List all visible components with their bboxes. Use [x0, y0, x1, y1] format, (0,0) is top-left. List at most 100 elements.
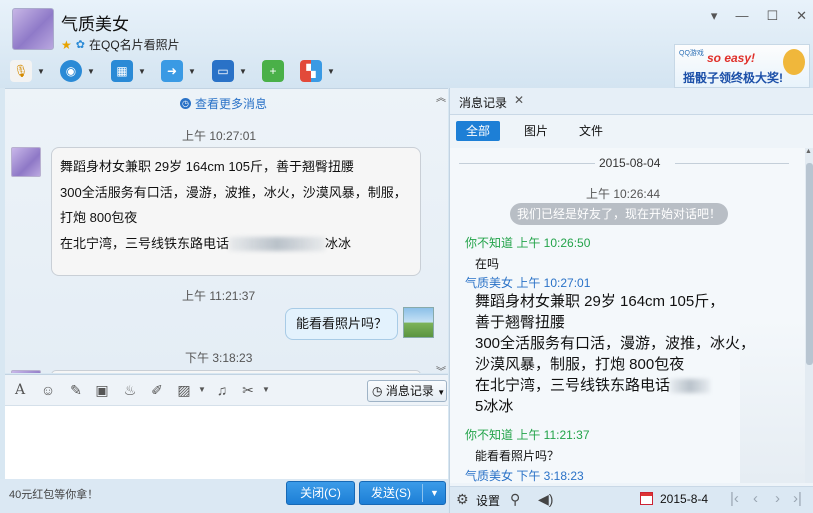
history-date-selector[interactable]: 2015-8-4: [660, 492, 708, 506]
gear-icon[interactable]: ⚙: [456, 491, 469, 508]
emoji-icon[interactable]: ☺: [39, 381, 57, 399]
view-more-messages-link[interactable]: ◷ 查看更多消息: [180, 95, 267, 112]
send-options-chevron-icon[interactable]: ▼: [430, 482, 439, 504]
history-tab[interactable]: 消息记录: [459, 94, 507, 111]
chevron-down-icon[interactable]: ▼: [37, 67, 45, 76]
chat-area[interactable]: ◷ 查看更多消息 ︽ 上午 10:27:01 舞蹈身材女兼职 29岁 164cm…: [5, 88, 448, 373]
camera-icon: ◉: [60, 60, 82, 82]
date-separator: 2015-08-04: [459, 156, 789, 170]
apps-button[interactable]: ▚ ▼: [300, 58, 335, 84]
screen-icon: ▦: [111, 60, 133, 82]
menu-dropdown-icon[interactable]: ▾: [711, 8, 718, 24]
collapse-up-icon[interactable]: ︽: [436, 89, 446, 104]
history-message-line: 在北宁湾，三号线铁东路电话: [475, 375, 775, 396]
edit-icon[interactable]: ✐: [148, 381, 166, 399]
contact-avatar-small[interactable]: [11, 147, 41, 177]
magic-emoji-icon[interactable]: ✎: [67, 381, 85, 399]
image-icon[interactable]: ▨: [175, 381, 193, 399]
video-call-button[interactable]: ◉ ▼: [60, 58, 95, 84]
shake-window-icon[interactable]: ▣: [93, 381, 111, 399]
send-label: 发送(S): [371, 486, 411, 500]
next-page-icon[interactable]: ›: [775, 490, 780, 507]
share-screen-button[interactable]: ▭ ▼: [212, 58, 247, 84]
system-notice: 我们已经是好友了，现在开始对话吧！: [510, 203, 728, 225]
chevron-down-icon[interactable]: ▼: [239, 67, 247, 76]
history-message-line: 舞蹈身材女兼职 29岁 164cm 105斤，: [475, 293, 725, 310]
status-text[interactable]: 在QQ名片看照片: [89, 36, 180, 53]
discussion-group-button[interactable]: +: [262, 58, 284, 84]
ad-text: 摇骰子领终极大奖!: [683, 71, 783, 85]
input-toolbar: A ☺ ✎ ▣ ♨ ✐ ▨ ▼ ♫ ✂ ▼ ◷ 消息记录 ▼: [5, 374, 448, 406]
history-filters: 全部 图片 文件: [450, 116, 813, 146]
separator-line: [459, 163, 595, 164]
message-line: 舞蹈身材女兼职 29岁 164cm 105斤，善于翘臀扭腰: [60, 159, 355, 174]
maximize-icon[interactable]: ☐: [766, 8, 778, 24]
qzone-icon[interactable]: ✿: [76, 38, 85, 51]
separator-line: [675, 163, 789, 164]
message-timestamp: 下午 3:18:23: [185, 351, 253, 365]
contact-avatar-small[interactable]: [11, 370, 41, 373]
chevron-down-icon[interactable]: ▼: [193, 381, 211, 399]
close-button[interactable]: 关闭(C): [286, 481, 355, 505]
redacted-phone: [229, 237, 326, 252]
history-list[interactable]: 2015-08-04 上午 10:26:44 我们已经是好友了，现在开始对话吧！…: [450, 148, 805, 483]
prev-page-icon[interactable]: ‹: [753, 490, 758, 507]
promo-text[interactable]: 40元红包等你拿！: [9, 486, 98, 502]
incoming-message-bubble: 舞蹈身材女兼职 29岁 164cm 105斤，善于翘臀扭腰 300全活服务有口活…: [51, 147, 421, 276]
chevron-down-icon: ▼: [437, 388, 446, 397]
settings-link[interactable]: 设置: [476, 492, 500, 509]
message-timestamp: 上午 10:27:01: [182, 129, 257, 143]
outgoing-message-bubble: 能看看照片吗？: [285, 308, 399, 340]
filter-files[interactable]: 文件: [569, 121, 613, 141]
history-sender: 你不知道 上午 11:21:37: [465, 428, 590, 442]
minimize-icon[interactable]: —: [735, 8, 748, 24]
history-sender: 你不知道 上午 10:26:50: [465, 236, 591, 250]
voice-message-icon[interactable]: ♨: [121, 381, 139, 399]
message-history-label: 消息记录: [385, 384, 434, 398]
message-timestamp: 上午 11:21:37: [182, 289, 256, 303]
redacted-phone: [670, 379, 711, 394]
history-message-line: 沙漠风暴，制服，打炮 800包夜: [475, 356, 685, 373]
my-avatar[interactable]: [403, 307, 434, 338]
chevron-down-icon[interactable]: ▼: [138, 67, 146, 76]
chevron-down-icon[interactable]: ▼: [87, 67, 95, 76]
calendar-icon[interactable]: [640, 492, 653, 505]
microphone-icon: 🎙: [10, 60, 32, 82]
history-scrollbar[interactable]: ▲: [805, 148, 813, 483]
close-tab-icon[interactable]: ✕: [514, 93, 524, 107]
font-icon[interactable]: A: [11, 381, 29, 399]
collapse-down-icon[interactable]: ︾: [436, 363, 446, 373]
send-button[interactable]: 发送(S) ▼: [359, 481, 446, 505]
filter-all[interactable]: 全部: [456, 121, 501, 141]
history-message: 能看看照片吗？: [475, 449, 560, 463]
history-message-line: 善于翘臀扭腰: [475, 314, 566, 331]
scrollbar-thumb[interactable]: [806, 163, 813, 365]
history-message-line: 5冰冰: [475, 398, 514, 415]
message-input[interactable]: [5, 406, 448, 479]
view-more-messages-label: 查看更多消息: [195, 97, 268, 111]
history-sender: 气质美女 下午 3:18:23: [465, 469, 584, 483]
history-sender: 气质美女 上午 10:27:01: [465, 276, 591, 290]
last-page-icon[interactable]: ›|: [793, 490, 802, 507]
history-date: 2015-08-04: [595, 156, 665, 170]
ad-banner[interactable]: QQ游戏 so easy! 摇骰子领终极大奖!: [674, 44, 810, 88]
filter-images[interactable]: 图片: [514, 121, 558, 141]
voice-call-button[interactable]: 🎙 ▼: [10, 58, 45, 84]
message-line: 300全活服务有口活，漫游，波推，冰火，沙漠风暴，制服，: [60, 184, 407, 200]
chevron-down-icon[interactable]: ▼: [188, 67, 196, 76]
music-icon[interactable]: ♫: [213, 381, 231, 399]
speaker-icon[interactable]: ◀): [538, 491, 553, 508]
chevron-down-icon[interactable]: ▼: [327, 67, 335, 76]
close-icon[interactable]: ✕: [796, 8, 807, 24]
scroll-up-icon[interactable]: ▲: [805, 148, 812, 155]
remote-desktop-button[interactable]: ▦ ▼: [111, 58, 146, 84]
contact-avatar[interactable]: [12, 8, 54, 50]
first-page-icon[interactable]: |‹: [730, 490, 739, 507]
send-file-button[interactable]: ➜ ▼: [161, 58, 196, 84]
star-icon: ★: [61, 37, 72, 52]
search-icon[interactable]: ⚲: [510, 491, 520, 508]
chevron-down-icon[interactable]: ▼: [257, 381, 275, 399]
history-footer: ⚙ 设置 ⚲ ◀) 2015-8-4 |‹ ‹ › ›|: [450, 486, 813, 513]
screenshot-scissors-icon[interactable]: ✂: [239, 381, 257, 399]
message-history-button[interactable]: ◷ 消息记录 ▼: [367, 380, 447, 402]
